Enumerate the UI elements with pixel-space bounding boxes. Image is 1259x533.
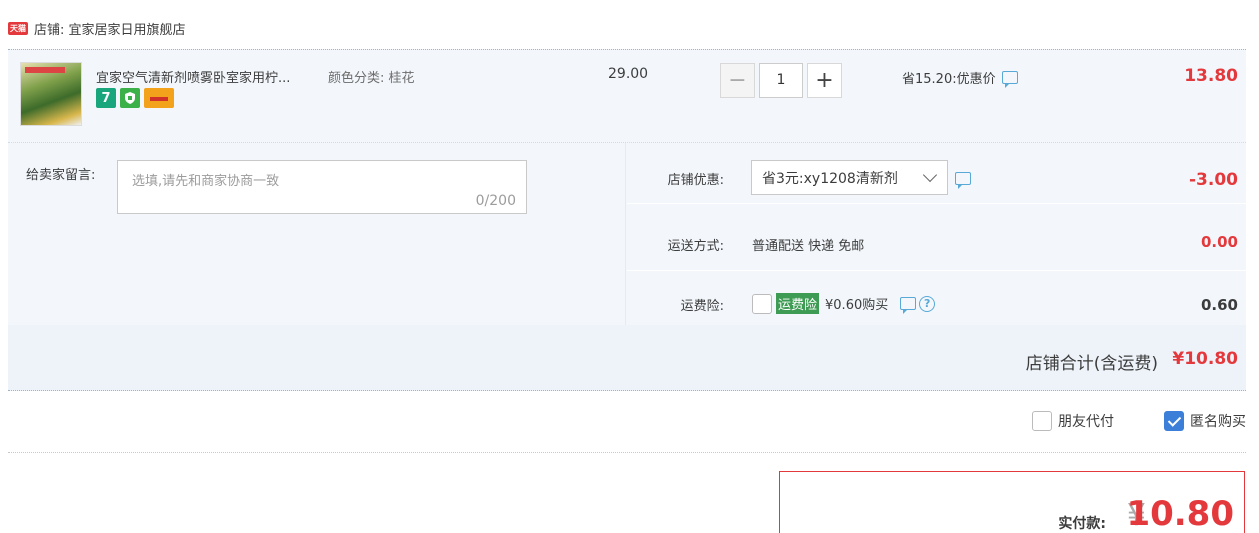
unit-price: 29.00 xyxy=(608,66,649,82)
service-badges: 7 xyxy=(96,88,174,108)
discount-amount: -3.00 xyxy=(1189,170,1238,190)
order-options: 给卖家留言: 选填,请先和商家协商一致 0/200 店铺优惠: 省3元:xy12… xyxy=(8,142,1246,326)
tmall-logo: 天猫 xyxy=(8,21,28,35)
insurance-price: ¥0.60购买 xyxy=(825,298,889,313)
chevron-down-icon xyxy=(922,167,938,183)
memo-label: 给卖家留言: xyxy=(26,168,96,183)
anonymous-purchase-label: 匿名购买 xyxy=(1190,414,1246,430)
friend-pay-option[interactable]: 朋友代付 xyxy=(1032,411,1114,431)
product-title-link[interactable]: 宜家空气清新剂喷雾卧室家用柠... xyxy=(96,67,290,86)
seller-memo-input[interactable]: 选填,请先和商家协商一致 0/200 xyxy=(117,160,527,214)
product-row: 宜家空气清新剂喷雾卧室家用柠... 颜色分类: 桂花 7 29.00 − 1 +… xyxy=(8,49,1246,142)
checkout-page: 天猫 店铺: 宜家居家日用旗舰店 宜家空气清新剂喷雾卧室家用柠... 颜色分类:… xyxy=(0,0,1259,533)
payment-amount: 10.80 xyxy=(1126,494,1234,533)
seven-day-return-icon[interactable]: 7 xyxy=(96,88,116,108)
quantity-input[interactable]: 1 xyxy=(759,63,803,98)
product-sku: 颜色分类: 桂花 xyxy=(328,71,415,86)
insurance-amount: 0.60 xyxy=(1200,296,1238,314)
anonymous-purchase-checkbox[interactable] xyxy=(1164,411,1184,431)
increase-quantity-button[interactable]: + xyxy=(807,63,842,98)
item-total: 13.80 xyxy=(1184,66,1238,86)
memo-placeholder: 选填,请先和商家协商一致 xyxy=(132,174,280,189)
decrease-quantity-button[interactable]: − xyxy=(720,63,755,98)
quantity-stepper: − 1 + xyxy=(720,63,842,98)
shop-discount-row: 店铺优惠: 省3元:xy1208清新剂 -3.00 xyxy=(627,143,1246,204)
section-divider xyxy=(8,452,1246,453)
shop-header: 天猫 店铺: 宜家居家日用旗舰店 xyxy=(8,18,186,38)
shipping-row: 运送方式: 普通配送 快递 免邮 0.00 xyxy=(627,210,1246,271)
credit-card-icon[interactable] xyxy=(144,88,174,108)
discount-label: 店铺优惠: xyxy=(667,173,724,188)
shop-total-amount: ¥10.80 xyxy=(1172,349,1238,369)
payment-summary: 实付款: ¥ 10.80 xyxy=(779,471,1245,533)
insurance-checkbox[interactable] xyxy=(752,293,772,314)
shipping-amount: 0.00 xyxy=(1200,233,1238,251)
shop-name-link[interactable]: 店铺: 宜家居家日用旗舰店 xyxy=(34,19,186,38)
payment-label: 实付款: xyxy=(1058,516,1106,532)
insurance-badge: 运费险 xyxy=(776,293,820,314)
seller-memo-section: 给卖家留言: 选填,请先和商家协商一致 0/200 xyxy=(8,143,626,326)
promo-text: 省15.20:优惠价 xyxy=(902,72,996,87)
checkout-options: 朋友代付 匿名购买 xyxy=(982,411,1246,431)
anonymous-purchase-option[interactable]: 匿名购买 xyxy=(1164,411,1246,431)
comment-icon[interactable] xyxy=(1001,71,1018,88)
shop-total-row: 店铺合计(含运费) ¥10.80 xyxy=(8,325,1246,391)
comment-icon[interactable] xyxy=(955,172,971,189)
coupon-select[interactable]: 省3元:xy1208清新剂 xyxy=(751,160,948,195)
insurance-option: 运费险 ¥0.60购买 ? xyxy=(752,293,936,314)
friend-pay-label: 朋友代付 xyxy=(1058,414,1114,430)
help-icon[interactable]: ? xyxy=(919,295,936,312)
shield-guarantee-icon[interactable] xyxy=(120,88,140,108)
shipping-method: 普通配送 快递 免邮 xyxy=(752,239,865,254)
shop-total-label: 店铺合计(含运费) xyxy=(1025,354,1158,374)
comment-icon[interactable] xyxy=(900,297,917,314)
memo-char-count: 0/200 xyxy=(475,193,516,209)
friend-pay-checkbox[interactable] xyxy=(1032,411,1052,431)
insurance-row: 运费险: 运费险 ¥0.60购买 ? 0.60 xyxy=(627,271,1246,332)
product-thumbnail[interactable] xyxy=(20,62,82,126)
insurance-label: 运费险: xyxy=(680,299,724,314)
promo-info: 省15.20:优惠价 xyxy=(902,68,1018,88)
coupon-selected-value: 省3元:xy1208清新剂 xyxy=(762,170,898,187)
shipping-label: 运送方式: xyxy=(667,239,724,254)
